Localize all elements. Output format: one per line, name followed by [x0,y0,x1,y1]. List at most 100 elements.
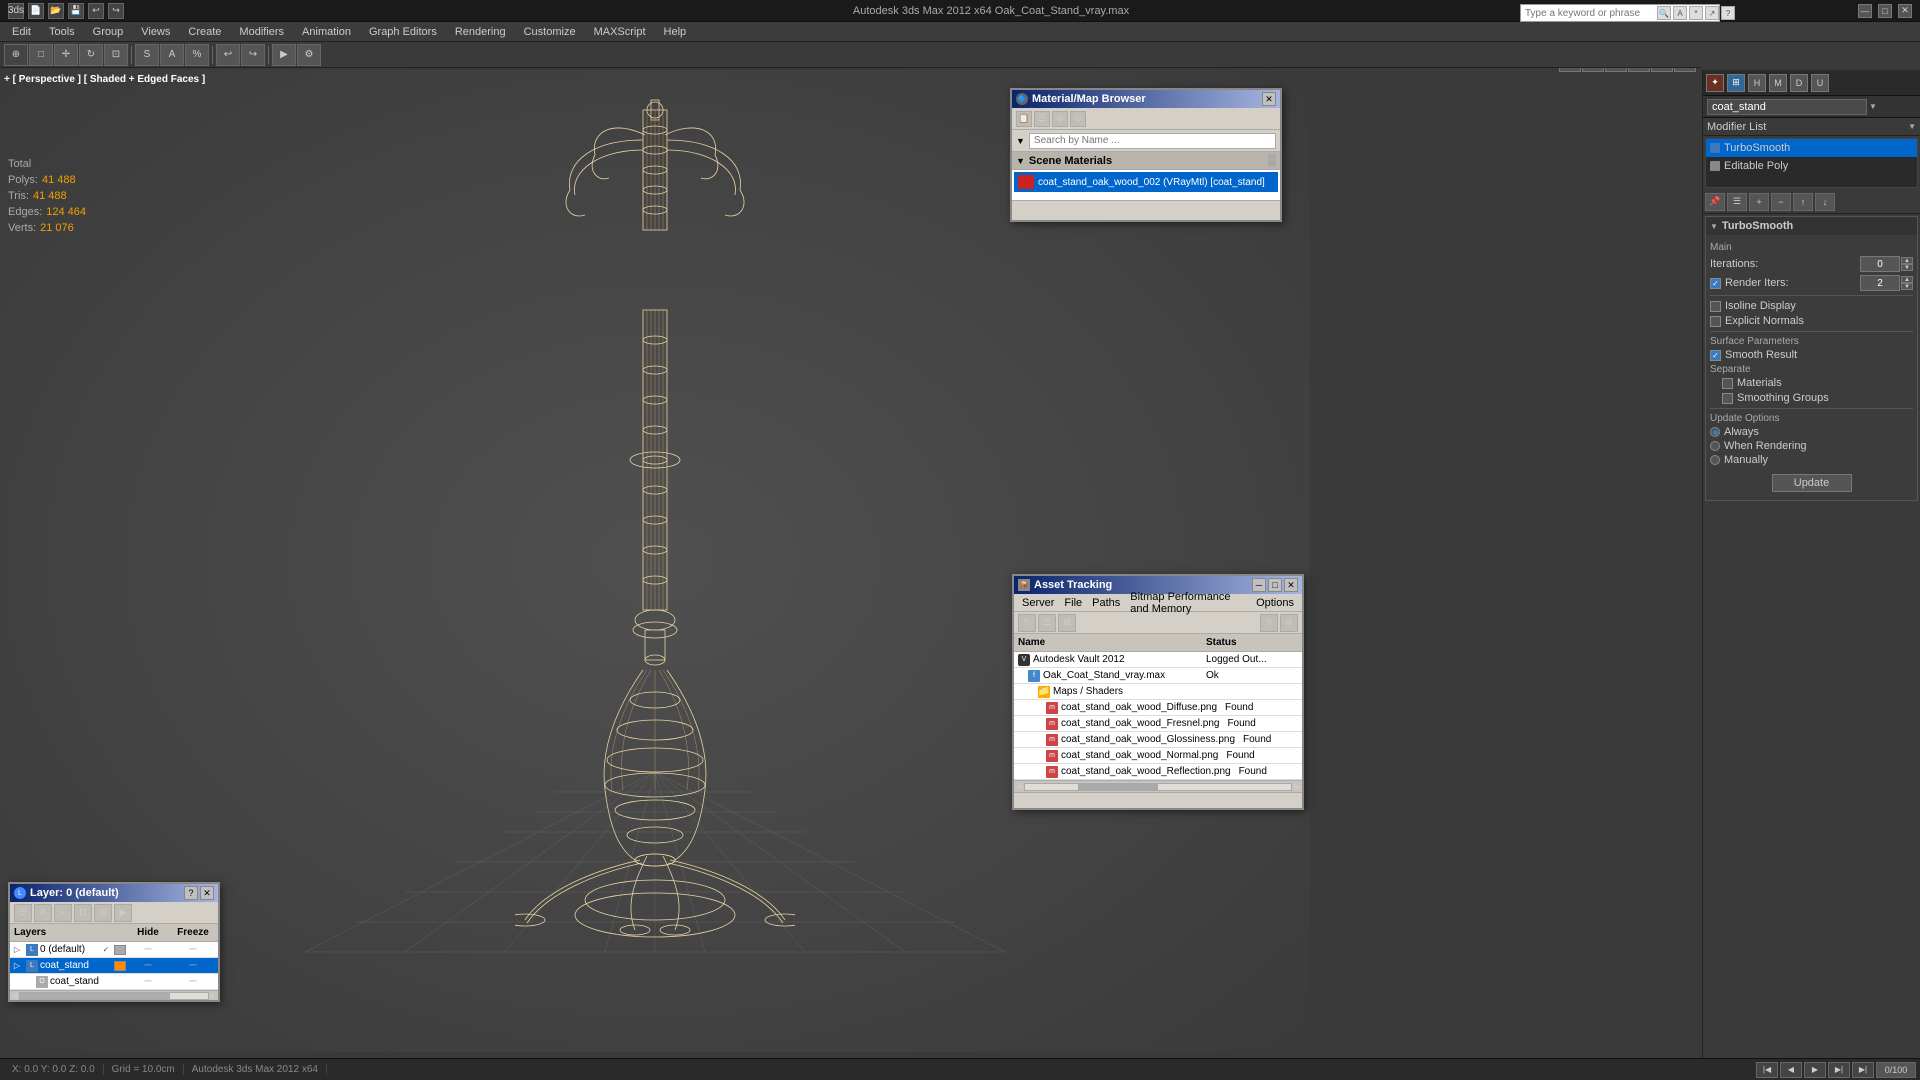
at-tool-help[interactable]: ? [1260,614,1278,632]
motion-tab-icon[interactable]: M [1769,74,1787,92]
mb-section-collapse-icon[interactable]: ▼ [1016,156,1025,166]
utilities-tab-icon[interactable]: U [1811,74,1829,92]
at-row-normal[interactable]: m coat_stand_oak_wood_Normal.png Found [1014,748,1302,764]
rotate-tool[interactable]: ↻ [79,44,103,66]
lp-tool-add[interactable]: + [54,904,72,922]
redo-btn[interactable]: ↪ [241,44,265,66]
ts-render-iters-checkbox[interactable] [1710,278,1721,289]
undo-icon[interactable]: ↩ [88,3,104,19]
menu-modifiers[interactable]: Modifiers [231,24,292,40]
menu-edit[interactable]: Edit [4,24,39,40]
ts-isoline-checkbox[interactable] [1710,301,1721,312]
modify-tab-icon[interactable]: ⊞ [1727,74,1745,92]
ts-update-button[interactable]: Update [1772,474,1852,492]
menu-animation[interactable]: Animation [294,24,359,40]
mb-search-collapse-icon[interactable]: ▼ [1016,136,1025,146]
add-modifier-btn[interactable]: + [1749,193,1769,211]
lp-row-coat-stand-expand[interactable]: ▷ [10,961,24,970]
open-icon[interactable]: 📂 [48,3,64,19]
asset-tracking-scrollbar[interactable]: ◀ ▶ [1014,780,1302,792]
search-option2-icon[interactable]: * [1689,6,1703,20]
lp-tool-delete[interactable]: ✕ [34,904,52,922]
ts-smooth-result-checkbox[interactable] [1710,350,1721,361]
lp-tool-expand[interactable]: ▶ [114,904,132,922]
save-icon[interactable]: 💾 [68,3,84,19]
at-maximize-button[interactable]: □ [1268,578,1282,592]
pin-modifier-btn[interactable]: 📌 [1705,193,1725,211]
anim-next-btn[interactable]: ▶| [1828,1062,1850,1078]
at-menu-file[interactable]: File [1060,597,1086,609]
angle-snap[interactable]: A [160,44,184,66]
at-row-vault[interactable]: V Autodesk Vault 2012 Logged Out... [1014,652,1302,668]
display-tab-icon[interactable]: D [1790,74,1808,92]
ts-always-radio[interactable] [1710,427,1720,437]
modifier-list-dropdown-icon[interactable]: ▼ [1908,122,1916,131]
mb-tool-2[interactable]: ☰ [1034,111,1050,127]
at-scroll-left-btn[interactable]: ◀ [1016,782,1022,791]
render-btn[interactable]: ▶ [272,44,296,66]
modifier-options-btn[interactable]: ☰ [1727,193,1747,211]
render-settings[interactable]: ⚙ [297,44,321,66]
at-tool-settings[interactable]: ⚙ [1280,614,1298,632]
mb-tool-1[interactable]: 📋 [1016,111,1032,127]
percent-snap[interactable]: % [185,44,209,66]
ts-manually-radio[interactable] [1710,455,1720,465]
redo-icon[interactable]: ↪ [108,3,124,19]
at-close-button[interactable]: ✕ [1284,578,1298,592]
ts-materials-checkbox[interactable] [1722,378,1733,389]
lp-row-default[interactable]: ▷ L 0 (default) ✓ ─ ─ [10,942,218,958]
mb-tool-4[interactable]: ⊖ [1070,111,1086,127]
remove-modifier-btn[interactable]: − [1771,193,1791,211]
turbosmooth-header[interactable]: ▼ TurboSmooth [1706,217,1917,235]
new-icon[interactable]: 📄 [28,3,44,19]
at-row-reflection[interactable]: m coat_stand_oak_wood_Reflection.png Fou… [1014,764,1302,780]
create-tab-icon[interactable]: ✦ [1706,74,1724,92]
menu-create[interactable]: Create [180,24,229,40]
anim-start-btn[interactable]: |◀ [1756,1062,1778,1078]
lp-row-coat-stand-color[interactable] [114,961,126,971]
mb-tool-3[interactable]: ⊕ [1052,111,1068,127]
at-row-fresnel[interactable]: m coat_stand_oak_wood_Fresnel.png Found [1014,716,1302,732]
at-tool-refresh[interactable]: ↻ [1018,614,1036,632]
modifier-turbosmooth[interactable]: TurboSmooth [1706,139,1917,157]
at-row-maxfile[interactable]: f Oak_Coat_Stand_vray.max Ok [1014,668,1302,684]
search-option4-icon[interactable]: ? [1721,6,1735,20]
ts-iterations-input[interactable] [1860,256,1900,272]
at-menu-server[interactable]: Server [1018,597,1058,609]
ts-render-iters-input[interactable] [1860,275,1900,291]
ts-render-iters-down[interactable]: ▼ [1901,283,1913,290]
at-scroll-right-btn[interactable]: ▶ [1294,782,1300,791]
ts-explicit-normals-checkbox[interactable] [1710,316,1721,327]
hierarchy-tab-icon[interactable]: H [1748,74,1766,92]
select-region[interactable]: □ [29,44,53,66]
lp-scroll-track[interactable] [19,992,208,1000]
at-tool-grid[interactable]: ⊞ [1058,614,1076,632]
at-tool-list[interactable]: ☰ [1038,614,1056,632]
menu-graph-editors[interactable]: Graph Editors [361,24,445,40]
menu-views[interactable]: Views [133,24,178,40]
menu-customize[interactable]: Customize [516,24,584,40]
ts-when-rendering-radio[interactable] [1710,441,1720,451]
minimize-button[interactable]: — [1858,4,1872,18]
ts-iterations-spinner[interactable]: ▲ ▼ [1860,256,1913,272]
at-row-maps-shaders[interactable]: 📁 Maps / Shaders [1014,684,1302,700]
menu-group[interactable]: Group [85,24,132,40]
search-bar[interactable]: 🔍 A * ↗ ? [1520,4,1720,22]
undo-btn[interactable]: ↩ [216,44,240,66]
lp-scroll-left[interactable]: ◀ [12,992,17,1000]
ts-iterations-up[interactable]: ▲ [1901,257,1913,264]
ts-smoothing-groups-checkbox[interactable] [1722,393,1733,404]
ts-render-iters-spinner[interactable]: ▲ ▼ [1860,275,1913,291]
object-name-dropdown[interactable]: ▼ [1869,102,1877,111]
menu-rendering[interactable]: Rendering [447,24,514,40]
lp-row-default-expand[interactable]: ▷ [10,945,24,954]
move-tool[interactable]: ✛ [54,44,78,66]
layers-panel-help-button[interactable]: ? [184,886,198,900]
mb-scrollbar[interactable] [1268,154,1276,168]
search-option3-icon[interactable]: ↗ [1705,6,1719,20]
select-tool[interactable]: ⊕ [4,44,28,66]
lp-tool-layers[interactable]: ☰ [14,904,32,922]
at-minimize-button[interactable]: ─ [1252,578,1266,592]
snap-toggle[interactable]: S [135,44,159,66]
menu-help[interactable]: Help [656,24,695,40]
